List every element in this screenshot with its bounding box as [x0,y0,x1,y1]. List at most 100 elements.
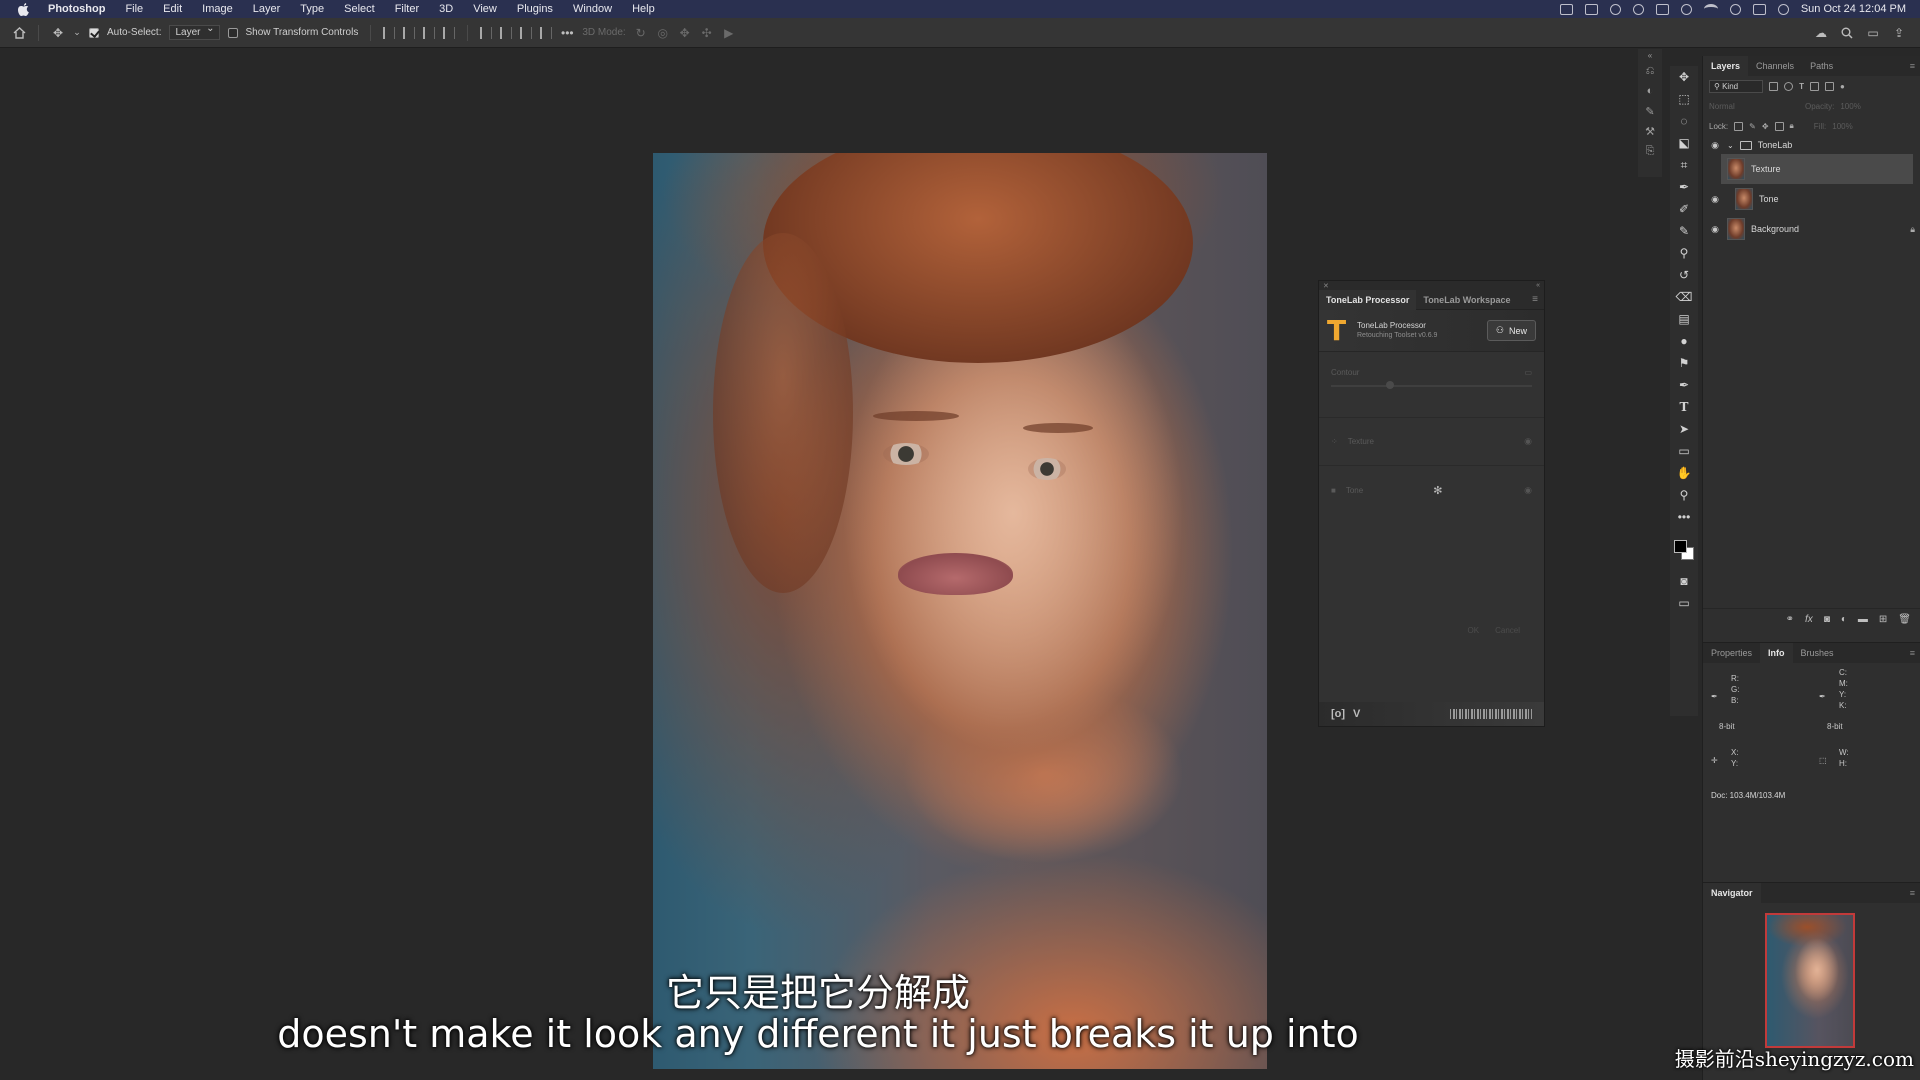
panel-menu-icon[interactable]: ≡ [1910,888,1920,898]
moon-icon[interactable] [1680,3,1692,15]
hand-icon[interactable]: ✋ [1670,462,1698,484]
visibility-eye-icon[interactable]: ◉ [1709,224,1721,235]
quick-mask-icon[interactable]: ◙ [1670,570,1698,592]
align-right-icon[interactable] [423,26,436,39]
tab-properties[interactable]: Properties [1703,643,1760,663]
tone-eye-icon[interactable]: ◉ [1524,485,1532,496]
menu-select[interactable]: Select [334,0,385,18]
link-layers-icon[interactable]: ⚭ [1786,614,1794,625]
trash-icon[interactable]: 🗑︎ [1898,614,1911,625]
group-expand-chevron-icon[interactable]: ⌄ [1727,141,1734,150]
tone-row[interactable]: ■ Tone ✻ ◉ [1319,466,1544,514]
menu-window[interactable]: Window [563,0,622,18]
cancel-button[interactable]: Cancel [1495,626,1520,635]
tab-paths[interactable]: Paths [1802,56,1841,76]
more-tools-icon[interactable]: ••• [1670,506,1698,528]
texture-eye-icon[interactable]: ◉ [1524,436,1532,447]
display-icon[interactable] [1584,3,1598,15]
opacity-value[interactable]: 100% [1840,102,1860,111]
filter-smart-object-icon[interactable] [1825,81,1834,91]
3d-roll-icon[interactable]: ◎ [656,26,670,40]
creative-cloud-icon[interactable] [1609,3,1621,15]
navigator-thumbnail[interactable] [1765,913,1855,1048]
chevron-down-icon[interactable]: ⌄ [73,26,81,40]
menu-type[interactable]: Type [290,0,334,18]
footer-v-icon[interactable]: V [1353,708,1360,720]
contour-toggle-icon[interactable]: ▭ [1524,368,1532,377]
auto-select-target-dropdown[interactable]: Layer [169,23,220,40]
layer-tone[interactable]: ◉ Tone [1703,184,1920,214]
clone-stamp-icon[interactable]: ⚲ [1670,242,1698,264]
tab-info[interactable]: Info [1760,643,1793,663]
screen-mode-icon[interactable]: ▭ [1670,592,1698,614]
foreground-color-swatch[interactable] [1674,540,1687,553]
distribute-h-icon[interactable] [443,26,456,39]
align-bottom-icon[interactable] [520,26,533,39]
crop-icon[interactable]: ⌗ [1670,154,1698,176]
show-transform-checkbox[interactable] [227,27,238,38]
filter-toggle-icon[interactable]: ● [1840,82,1845,91]
footer-badge-icon[interactable]: [o] [1331,708,1345,720]
ok-button[interactable]: OK [1468,626,1480,635]
layer-background[interactable]: ◉ Background 🔒︎ [1703,214,1920,244]
kind-filter-dropdown[interactable]: ⚲ Kind [1709,79,1764,93]
panel-menu-icon[interactable]: ≡ [1910,61,1920,71]
close-icon[interactable]: ✕ [1323,282,1329,290]
actions-panel-icon[interactable]: ⚒ [1638,121,1662,141]
eyedropper-icon[interactable]: ✒ [1670,176,1698,198]
tab-tonelab-workspace[interactable]: ToneLab Workspace [1416,290,1517,310]
menu-layer[interactable]: Layer [243,0,291,18]
lasso-icon[interactable]: ◌ [1670,110,1698,132]
fx-icon[interactable]: fx [1805,614,1813,625]
workspace-icon[interactable]: ▭ [1866,26,1880,40]
visibility-eye-icon[interactable]: ◉ [1709,194,1721,205]
menu-help[interactable]: Help [622,0,665,18]
brush-settings-icon[interactable]: ✎ [1638,101,1662,121]
3d-camera-icon[interactable]: ▶ [722,26,736,40]
healing-brush-icon[interactable]: ✐ [1670,198,1698,220]
gradient-icon[interactable]: ▤ [1670,308,1698,330]
add-mask-icon[interactable]: ◙ [1824,614,1830,625]
distribute-v-icon[interactable] [540,26,553,39]
window-icon[interactable] [1655,3,1669,15]
path-select-icon[interactable]: ➤ [1670,418,1698,440]
marquee-icon[interactable]: ⬚ [1670,88,1698,110]
clone-source-icon[interactable]: ⎘ [1638,141,1662,161]
filter-pixel-icon[interactable] [1769,81,1779,91]
tab-navigator[interactable]: Navigator [1703,883,1761,903]
menu-view[interactable]: View [463,0,507,18]
move-tool-preset-icon[interactable]: ✥ [51,26,65,40]
panel-expand-icon[interactable]: « [1638,49,1662,61]
tab-tonelab-processor[interactable]: ToneLab Processor [1319,289,1417,310]
align-top-icon[interactable] [480,26,493,39]
fill-value[interactable]: 100% [1832,122,1852,131]
control-center-icon[interactable] [1752,3,1766,15]
portrait-photo[interactable] [653,153,1267,1069]
color-swatches[interactable] [1672,538,1696,562]
layer-texture[interactable]: Texture [1721,154,1913,184]
brush-icon[interactable]: ✎ [1670,220,1698,242]
contour-slider[interactable] [1331,381,1532,389]
menu-edit[interactable]: Edit [153,0,192,18]
menu-filter[interactable]: Filter [385,0,429,18]
share-icon[interactable]: ⇪ [1892,26,1906,40]
menu-file[interactable]: File [115,0,153,18]
tab-layers[interactable]: Layers [1703,56,1749,76]
menu-plugins[interactable]: Plugins [507,0,563,18]
tab-brushes[interactable]: Brushes [1793,643,1842,663]
3d-orbit-icon[interactable]: ↻ [634,26,648,40]
align-left-icon[interactable] [383,26,396,39]
dodge-icon[interactable]: ⚑ [1670,352,1698,374]
move-icon[interactable]: ✥ [1670,66,1698,88]
collapse-icon[interactable]: « [1536,282,1540,289]
auto-select-checkbox[interactable] [89,27,99,38]
lock-artboard-icon[interactable] [1774,121,1784,131]
type-icon[interactable]: T [1670,396,1698,418]
at-sign-icon[interactable] [1632,3,1644,15]
lock-transparency-icon[interactable] [1734,121,1744,131]
align-center-h-icon[interactable] [403,26,416,39]
layer-group-tonelab[interactable]: ◉ ⌄ ToneLab [1703,136,1920,154]
blur-icon[interactable]: ● [1670,330,1698,352]
blend-mode-dropdown[interactable]: Normal [1709,102,1799,111]
more-options-icon[interactable]: ••• [560,26,574,40]
